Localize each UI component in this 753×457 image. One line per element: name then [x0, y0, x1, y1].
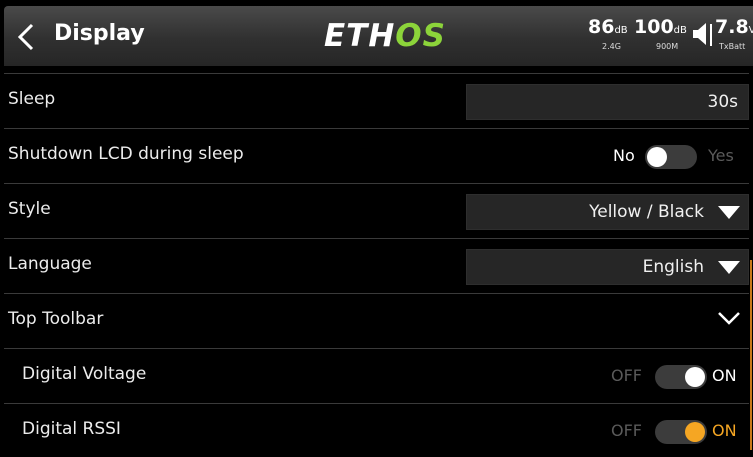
toggle-knob — [685, 367, 705, 387]
shutdown-lcd-row: Shutdown LCD during sleep No Yes — [4, 129, 749, 184]
digital-voltage-label: Digital Voltage — [22, 364, 147, 384]
digital-rssi-toggle[interactable]: OFF ON — [611, 418, 743, 446]
digital-rssi-row: Digital RSSI OFF ON — [4, 404, 749, 457]
top-toolbar-label: Top Toolbar — [8, 309, 104, 329]
sleep-label: Sleep — [8, 89, 56, 109]
toggle-off-text: OFF — [611, 421, 642, 440]
toggle-track — [655, 420, 707, 444]
scrollbar[interactable] — [750, 260, 752, 450]
sleep-input[interactable]: 30s — [466, 84, 749, 120]
dropdown-arrow-icon — [718, 261, 740, 274]
volume-icon[interactable] — [692, 21, 710, 47]
language-row: Language English — [4, 239, 749, 294]
language-dropdown[interactable]: English — [466, 249, 749, 285]
digital-rssi-label: Digital RSSI — [22, 419, 121, 439]
divider — [710, 24, 712, 46]
shutdown-lcd-label: Shutdown LCD during sleep — [8, 144, 244, 164]
toggle-off-text: No — [613, 146, 635, 165]
language-label: Language — [8, 254, 92, 274]
dropdown-arrow-icon — [718, 206, 740, 219]
toggle-knob — [685, 422, 705, 442]
language-value: English — [642, 257, 704, 277]
digital-voltage-toggle[interactable]: OFF ON — [611, 363, 743, 391]
title-bar: Display ETHOS 86dB 2.4G 100dB 900M 7.8V … — [4, 6, 753, 66]
style-row: Style Yellow / Black — [4, 184, 749, 239]
tx-battery-indicator[interactable]: 7.8V TxBatt — [715, 16, 753, 60]
back-button[interactable] — [12, 20, 42, 54]
toggle-track — [645, 145, 697, 169]
toggle-on-text: ON — [712, 421, 737, 440]
chevron-down-icon[interactable] — [717, 310, 741, 326]
rssi-2g4-indicator[interactable]: 86dB 2.4G — [588, 16, 628, 60]
shutdown-lcd-toggle[interactable]: No Yes — [613, 143, 743, 171]
top-toolbar-row[interactable]: Top Toolbar — [4, 294, 749, 349]
digital-voltage-row: Digital Voltage OFF ON — [4, 349, 749, 404]
style-value: Yellow / Black — [589, 202, 704, 222]
chevron-left-icon — [17, 23, 34, 51]
rssi-900m-indicator[interactable]: 100dB 900M — [634, 16, 687, 60]
sleep-row: Sleep 30s — [4, 74, 749, 129]
page-title: Display — [54, 21, 145, 46]
toggle-on-text: ON — [712, 366, 737, 385]
style-label: Style — [8, 199, 51, 219]
toggle-track — [655, 365, 707, 389]
toggle-knob — [647, 147, 667, 167]
ethos-logo: ETHOS — [324, 18, 446, 54]
style-dropdown[interactable]: Yellow / Black — [466, 194, 749, 230]
toggle-off-text: OFF — [611, 366, 642, 385]
sleep-value: 30s — [707, 92, 739, 112]
toggle-on-text: Yes — [708, 146, 734, 165]
